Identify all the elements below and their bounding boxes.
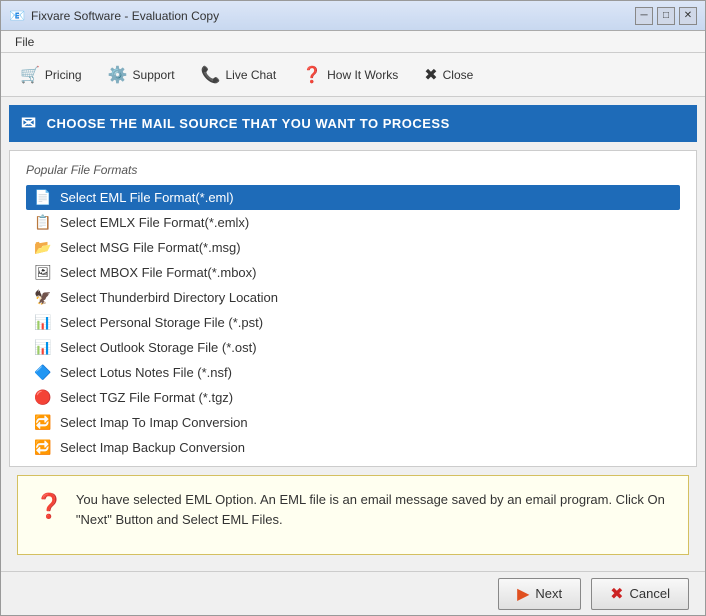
live-chat-label: Live Chat bbox=[225, 68, 276, 82]
tgz-icon: 🔴 bbox=[34, 389, 52, 406]
thunderbird-icon: 🦅 bbox=[34, 289, 52, 306]
pricing-icon: 🛒 bbox=[20, 65, 40, 85]
pricing-button[interactable]: 🛒 Pricing bbox=[9, 59, 93, 91]
header-banner: ✉ CHOOSE THE MAIL SOURCE THAT YOU WANT T… bbox=[9, 105, 697, 142]
format-item-ost[interactable]: 📊 Select Outlook Storage File (*.ost) bbox=[26, 335, 680, 360]
how-it-works-button[interactable]: ❓ How It Works bbox=[291, 59, 409, 91]
thunderbird-label: Select Thunderbird Directory Location bbox=[60, 290, 278, 305]
live-chat-icon: 📞 bbox=[201, 65, 221, 85]
ost-label: Select Outlook Storage File (*.ost) bbox=[60, 340, 257, 355]
format-item-eml[interactable]: 📄 Select EML File Format(*.eml) bbox=[26, 185, 680, 210]
menu-file[interactable]: File bbox=[9, 33, 40, 51]
close-toolbar-icon: ✖ bbox=[424, 65, 437, 85]
pst-label: Select Personal Storage File (*.pst) bbox=[60, 315, 263, 330]
imap-backup-icon: 🔁 bbox=[34, 439, 52, 456]
format-item-tgz[interactable]: 🔴 Select TGZ File Format (*.tgz) bbox=[26, 385, 680, 410]
eml-icon: 📄 bbox=[34, 189, 52, 206]
cancel-button[interactable]: ✖ Cancel bbox=[591, 578, 689, 610]
close-toolbar-button[interactable]: ✖ Close bbox=[413, 59, 484, 91]
file-formats-section: Popular File Formats 📄 Select EML File F… bbox=[10, 151, 696, 466]
eml-label: Select EML File Format(*.eml) bbox=[60, 190, 234, 205]
how-it-works-label: How It Works bbox=[327, 68, 398, 82]
msg-label: Select MSG File Format(*.msg) bbox=[60, 240, 241, 255]
mbox-icon: 🖼 bbox=[34, 264, 52, 281]
imap-convert-icon: 🔁 bbox=[34, 414, 52, 431]
imap-convert-label: Select Imap To Imap Conversion bbox=[60, 415, 248, 430]
window-title: Fixvare Software - Evaluation Copy bbox=[31, 9, 219, 23]
format-item-thunderbird[interactable]: 🦅 Select Thunderbird Directory Location bbox=[26, 285, 680, 310]
format-item-nsf[interactable]: 🔷 Select Lotus Notes File (*.nsf) bbox=[26, 360, 680, 385]
main-window: 📧 Fixvare Software - Evaluation Copy ─ □… bbox=[0, 0, 706, 616]
format-item-emlx[interactable]: 📋 Select EMLX File Format(*.emlx) bbox=[26, 210, 680, 235]
main-panel: Popular File Formats 📄 Select EML File F… bbox=[9, 150, 697, 467]
how-it-works-icon: ❓ bbox=[302, 65, 322, 85]
format-item-imap-convert[interactable]: 🔁 Select Imap To Imap Conversion bbox=[26, 410, 680, 435]
format-item-pst[interactable]: 📊 Select Personal Storage File (*.pst) bbox=[26, 310, 680, 335]
close-button[interactable]: ✕ bbox=[679, 7, 697, 25]
app-icon: 📧 bbox=[9, 8, 25, 24]
nsf-icon: 🔷 bbox=[34, 364, 52, 381]
format-item-msg[interactable]: 📂 Select MSG File Format(*.msg) bbox=[26, 235, 680, 260]
imap-backup-label: Select Imap Backup Conversion bbox=[60, 440, 245, 455]
ost-icon: 📊 bbox=[34, 339, 52, 356]
toolbar: 🛒 Pricing ⚙️ Support 📞 Live Chat ❓ How I… bbox=[1, 53, 705, 97]
header-icon: ✉ bbox=[21, 113, 37, 134]
support-label: Support bbox=[133, 68, 175, 82]
tgz-label: Select TGZ File Format (*.tgz) bbox=[60, 390, 233, 405]
cancel-label: Cancel bbox=[630, 586, 670, 601]
info-text: You have selected EML Option. An EML fil… bbox=[76, 490, 672, 529]
next-label: Next bbox=[535, 586, 562, 601]
format-item-mbox[interactable]: 🖼 Select MBOX File Format(*.mbox) bbox=[26, 260, 680, 285]
title-bar-left: 📧 Fixvare Software - Evaluation Copy bbox=[9, 8, 219, 24]
emlx-icon: 📋 bbox=[34, 214, 52, 231]
close-toolbar-label: Close bbox=[443, 68, 474, 82]
info-icon: ❓ bbox=[34, 492, 64, 521]
live-chat-button[interactable]: 📞 Live Chat bbox=[190, 59, 288, 91]
minimize-button[interactable]: ─ bbox=[635, 7, 653, 25]
footer-bar: ▶ Next ✖ Cancel bbox=[1, 571, 705, 615]
next-button[interactable]: ▶ Next bbox=[498, 578, 581, 610]
title-bar: 📧 Fixvare Software - Evaluation Copy ─ □… bbox=[1, 1, 705, 31]
emlx-label: Select EMLX File Format(*.emlx) bbox=[60, 215, 249, 230]
support-icon: ⚙️ bbox=[108, 65, 128, 85]
menu-bar: File bbox=[1, 31, 705, 53]
next-icon: ▶ bbox=[517, 584, 529, 604]
section-label: Popular File Formats bbox=[26, 163, 680, 177]
cancel-icon: ✖ bbox=[610, 584, 623, 604]
header-title: CHOOSE THE MAIL SOURCE THAT YOU WANT TO … bbox=[47, 116, 450, 131]
support-button[interactable]: ⚙️ Support bbox=[97, 59, 186, 91]
pricing-label: Pricing bbox=[45, 68, 82, 82]
pst-icon: 📊 bbox=[34, 314, 52, 331]
format-list: 📄 Select EML File Format(*.eml) 📋 Select… bbox=[26, 185, 680, 460]
nsf-label: Select Lotus Notes File (*.nsf) bbox=[60, 365, 232, 380]
msg-icon: 📂 bbox=[34, 239, 52, 256]
maximize-button[interactable]: □ bbox=[657, 7, 675, 25]
format-item-imap-backup[interactable]: 🔁 Select Imap Backup Conversion bbox=[26, 435, 680, 460]
mbox-label: Select MBOX File Format(*.mbox) bbox=[60, 265, 257, 280]
content-area: ✉ CHOOSE THE MAIL SOURCE THAT YOU WANT T… bbox=[1, 97, 705, 571]
info-box: ❓ You have selected EML Option. An EML f… bbox=[17, 475, 689, 555]
title-bar-buttons: ─ □ ✕ bbox=[635, 7, 697, 25]
